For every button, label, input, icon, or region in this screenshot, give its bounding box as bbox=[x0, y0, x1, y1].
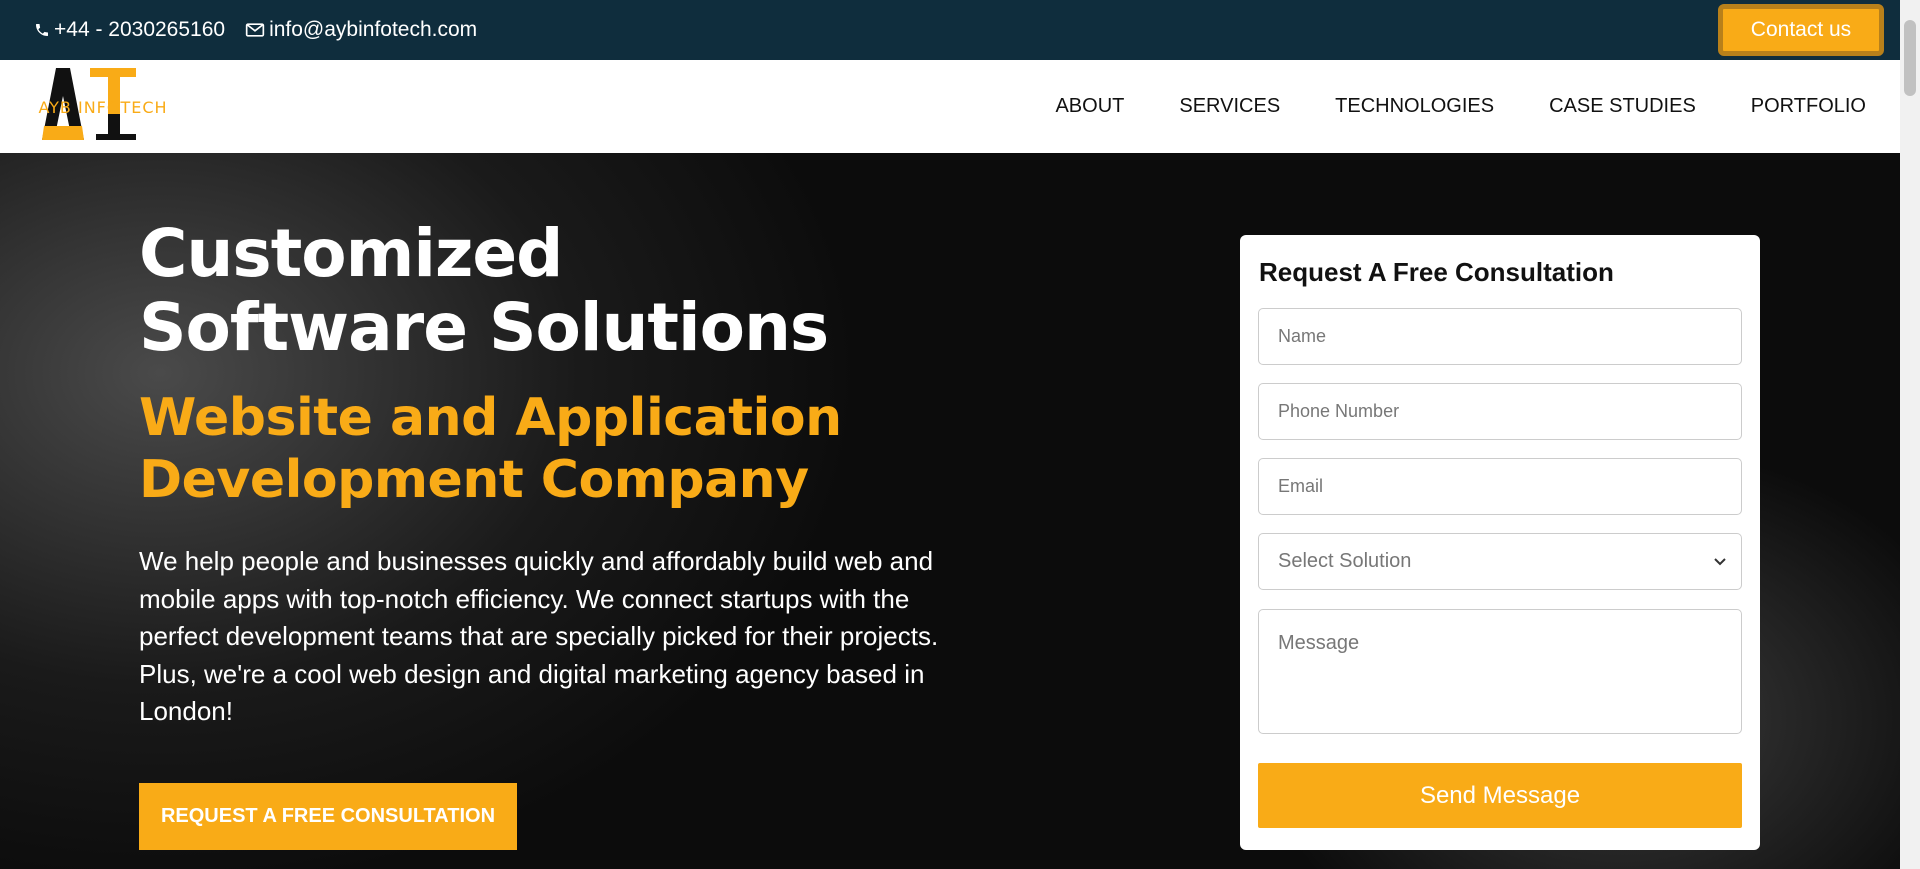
email-address: info@aybinfotech.com bbox=[269, 18, 478, 41]
message-field[interactable]: Message bbox=[1258, 609, 1742, 734]
scrollbar-thumb[interactable] bbox=[1904, 20, 1916, 96]
navbar: AYB INFOTECH ABOUT SERVICES TECHNOLOGIES… bbox=[0, 60, 1900, 153]
solution-select[interactable]: Select Solution bbox=[1258, 533, 1742, 590]
solution-selected-value: Select Solution bbox=[1278, 550, 1412, 572]
chevron-down-icon bbox=[1714, 557, 1726, 565]
nav-item-case-studies[interactable]: CASE STUDIES bbox=[1549, 95, 1696, 118]
scrollbar[interactable] bbox=[1900, 0, 1920, 869]
message-placeholder: Message bbox=[1278, 632, 1360, 654]
request-consultation-button[interactable]: REQUEST A FREE CONSULTATION bbox=[139, 783, 517, 850]
name-field[interactable]: Name bbox=[1258, 308, 1742, 365]
hero-description: We help people and businesses quickly an… bbox=[139, 546, 939, 726]
nav-item-services[interactable]: SERVICES bbox=[1179, 95, 1280, 118]
email-link[interactable]: info@aybinfotech.com bbox=[245, 18, 477, 42]
phone-link[interactable]: +44 - 2030265160 bbox=[34, 18, 225, 42]
hero-title: Customized Software Solutions bbox=[139, 215, 829, 366]
email-field[interactable]: Email bbox=[1258, 458, 1742, 515]
phone-placeholder: Phone Number bbox=[1278, 401, 1400, 421]
phone-icon bbox=[36, 24, 48, 36]
send-message-button[interactable]: Send Message bbox=[1258, 763, 1742, 828]
top-bar: +44 - 2030265160 info@aybinfotech.com Co… bbox=[0, 0, 1900, 60]
mail-icon bbox=[245, 23, 265, 37]
nav-item-about[interactable]: ABOUT bbox=[1055, 95, 1124, 118]
email-placeholder: Email bbox=[1278, 476, 1324, 496]
contact-us-button[interactable]: Contact us bbox=[1718, 4, 1884, 56]
hero-section: Customized Software Solutions Website an… bbox=[0, 153, 1900, 869]
form-title: Request A Free Consultation bbox=[1259, 257, 1614, 287]
name-placeholder: Name bbox=[1278, 326, 1327, 346]
nav-item-portfolio[interactable]: PORTFOLIO bbox=[1751, 95, 1866, 118]
consultation-form: Request A Free Consultation Name Phone N… bbox=[1240, 235, 1760, 850]
contact-info: +44 - 2030265160 info@aybinfotech.com bbox=[0, 18, 477, 42]
phone-field[interactable]: Phone Number bbox=[1258, 383, 1742, 440]
main-nav: ABOUT SERVICES TECHNOLOGIES CASE STUDIES… bbox=[1000, 60, 1866, 153]
nav-item-technologies[interactable]: TECHNOLOGIES bbox=[1335, 95, 1494, 118]
phone-number: +44 - 2030265160 bbox=[54, 18, 226, 41]
hero-subtitle: Website and Application Development Comp… bbox=[139, 388, 842, 510]
logo-text: AYB INFOTECH bbox=[38, 98, 168, 117]
logo[interactable]: AYB INFOTECH bbox=[36, 68, 170, 146]
